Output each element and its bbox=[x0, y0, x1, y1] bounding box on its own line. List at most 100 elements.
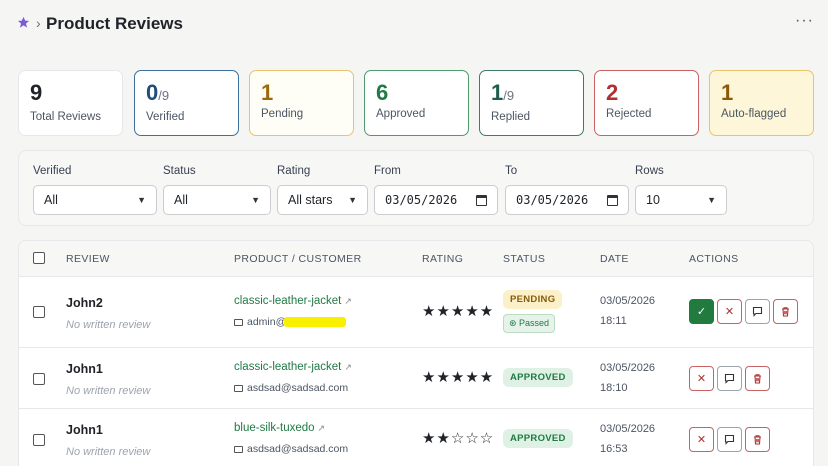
calendar-icon[interactable] bbox=[607, 194, 618, 206]
column-header-product[interactable]: PRODUCT / CUSTOMER bbox=[234, 253, 362, 265]
chevron-down-icon: ▼ bbox=[251, 195, 260, 205]
reject-button[interactable]: ✕ bbox=[689, 427, 714, 452]
stat-value: 9 bbox=[30, 80, 43, 105]
stat-value: 6 bbox=[376, 80, 389, 105]
filter-label: To bbox=[505, 165, 518, 177]
mail-icon bbox=[234, 318, 243, 326]
chevron-down-icon: ▼ bbox=[137, 195, 146, 205]
mail-icon bbox=[234, 445, 243, 453]
row-checkbox[interactable] bbox=[33, 306, 45, 318]
close-icon: ✕ bbox=[724, 306, 735, 318]
external-link-icon[interactable]: ↗ bbox=[344, 296, 352, 306]
reply-button[interactable] bbox=[745, 299, 770, 324]
table-row: John1 No written review blue-silk-tuxedo… bbox=[19, 409, 813, 466]
stat-label: Auto-flagged bbox=[721, 108, 787, 120]
delete-button[interactable] bbox=[745, 427, 770, 452]
delete-button[interactable] bbox=[773, 299, 798, 324]
filter-from: From 03/05/2026 bbox=[374, 165, 498, 215]
product-link[interactable]: classic-leather-jacket bbox=[234, 295, 341, 307]
status-select[interactable]: All ▼ bbox=[163, 185, 271, 215]
product-cell: blue-silk-tuxedo ↗ asdsad@sadsad.com bbox=[234, 422, 348, 455]
customer-email: asdsad@sadsad.com bbox=[247, 382, 349, 394]
redaction-mark bbox=[284, 317, 347, 327]
rating-select[interactable]: All stars ▼ bbox=[277, 185, 368, 215]
to-date-input[interactable]: 03/05/2026 bbox=[505, 185, 629, 215]
review-text: No written review bbox=[66, 319, 151, 331]
reply-button[interactable] bbox=[717, 427, 742, 452]
rows-select[interactable]: 10 ▼ bbox=[635, 185, 727, 215]
reject-button[interactable]: ✕ bbox=[689, 366, 714, 391]
stat-card-approved[interactable]: 6 Approved bbox=[364, 70, 469, 136]
column-header-status[interactable]: STATUS bbox=[503, 253, 545, 265]
review-date: 03/05/2026 bbox=[600, 362, 656, 374]
stat-card-total-reviews[interactable]: 9 Total Reviews bbox=[18, 70, 123, 136]
rating-stars: ★★★★★ bbox=[422, 303, 495, 320]
row-checkbox[interactable] bbox=[33, 373, 45, 385]
stat-card-pending[interactable]: 1 Pending bbox=[249, 70, 354, 136]
check-icon: ✓ bbox=[696, 306, 707, 318]
column-header-review[interactable]: REVIEW bbox=[66, 253, 110, 265]
date-cell: 03/05/2026 16:53 bbox=[600, 419, 655, 459]
filter-status: Status All ▼ bbox=[163, 165, 271, 215]
verified-select[interactable]: All ▼ bbox=[33, 185, 157, 215]
column-header-actions: ACTIONS bbox=[689, 253, 739, 265]
customer-name: John2 bbox=[66, 296, 103, 310]
customer-email: admin@ bbox=[247, 316, 287, 328]
stat-label: Total Reviews bbox=[30, 111, 101, 123]
filter-label: Rating bbox=[277, 165, 311, 177]
more-options-icon[interactable]: ··· bbox=[795, 12, 814, 30]
mail-icon bbox=[234, 384, 243, 392]
external-link-icon[interactable]: ↗ bbox=[318, 423, 326, 433]
stat-label: Pending bbox=[261, 108, 304, 120]
stat-value: 1 bbox=[491, 80, 504, 105]
status-badge: APPROVED bbox=[503, 368, 573, 387]
customer-name: John1 bbox=[66, 423, 103, 437]
stat-value: 0 bbox=[146, 80, 159, 105]
filter-label: Verified bbox=[33, 165, 72, 177]
page-header: › Product Reviews ··· bbox=[0, 0, 828, 50]
status-cell: APPROVED bbox=[503, 367, 573, 387]
column-header-rating[interactable]: RATING bbox=[422, 253, 463, 265]
filter-rating: Rating All stars ▼ bbox=[277, 165, 368, 215]
filter-rows: Rows 10 ▼ bbox=[635, 165, 727, 215]
comment-icon bbox=[724, 373, 735, 384]
reject-button[interactable]: ✕ bbox=[717, 299, 742, 324]
column-header-date[interactable]: DATE bbox=[600, 253, 629, 265]
close-icon: ✕ bbox=[696, 434, 707, 446]
row-checkbox[interactable] bbox=[33, 434, 45, 446]
filter-label: Status bbox=[163, 165, 196, 177]
stat-denominator: /9 bbox=[503, 88, 515, 103]
approve-button[interactable]: ✓ bbox=[689, 299, 714, 324]
table-row: John2 No written review classic-leather-… bbox=[19, 277, 813, 348]
delete-button[interactable] bbox=[745, 366, 770, 391]
table-header: REVIEW PRODUCT / CUSTOMER RATING STATUS … bbox=[19, 241, 813, 277]
review-cell: John1 No written review bbox=[66, 362, 150, 397]
filter-label: Rows bbox=[635, 165, 664, 177]
from-date-input[interactable]: 03/05/2026 bbox=[374, 185, 498, 215]
review-cell: John2 No written review bbox=[66, 296, 150, 331]
comment-icon bbox=[724, 434, 735, 445]
review-text: No written review bbox=[66, 385, 151, 397]
select-all-checkbox[interactable] bbox=[33, 252, 45, 264]
customer-email: asdsad@sadsad.com bbox=[247, 443, 349, 455]
stat-label: Replied bbox=[491, 111, 530, 123]
stat-card-rejected[interactable]: 2 Rejected bbox=[594, 70, 699, 136]
moderation-badge: ⊛ Passed bbox=[503, 314, 556, 333]
stat-label: Rejected bbox=[606, 108, 652, 120]
app-logo-icon[interactable] bbox=[17, 16, 30, 29]
calendar-icon[interactable] bbox=[476, 194, 487, 206]
page-title: Product Reviews bbox=[46, 14, 183, 33]
reply-button[interactable] bbox=[717, 366, 742, 391]
trash-icon bbox=[754, 374, 761, 384]
product-link[interactable]: classic-leather-jacket bbox=[234, 361, 341, 373]
stat-denominator: /9 bbox=[158, 88, 170, 103]
status-cell: APPROVED bbox=[503, 428, 573, 448]
stat-card-auto-flagged[interactable]: 1 Auto-flagged bbox=[709, 70, 814, 136]
shield-check-icon: ⊛ bbox=[509, 318, 520, 328]
product-link[interactable]: blue-silk-tuxedo bbox=[234, 422, 315, 434]
external-link-icon[interactable]: ↗ bbox=[344, 362, 352, 372]
filter-label: From bbox=[374, 165, 401, 177]
stat-card-replied[interactable]: 1/9 Replied bbox=[479, 70, 584, 136]
rating-stars: ★★★★★ bbox=[422, 369, 495, 386]
stat-card-verified[interactable]: 0/9 Verified bbox=[134, 70, 239, 136]
